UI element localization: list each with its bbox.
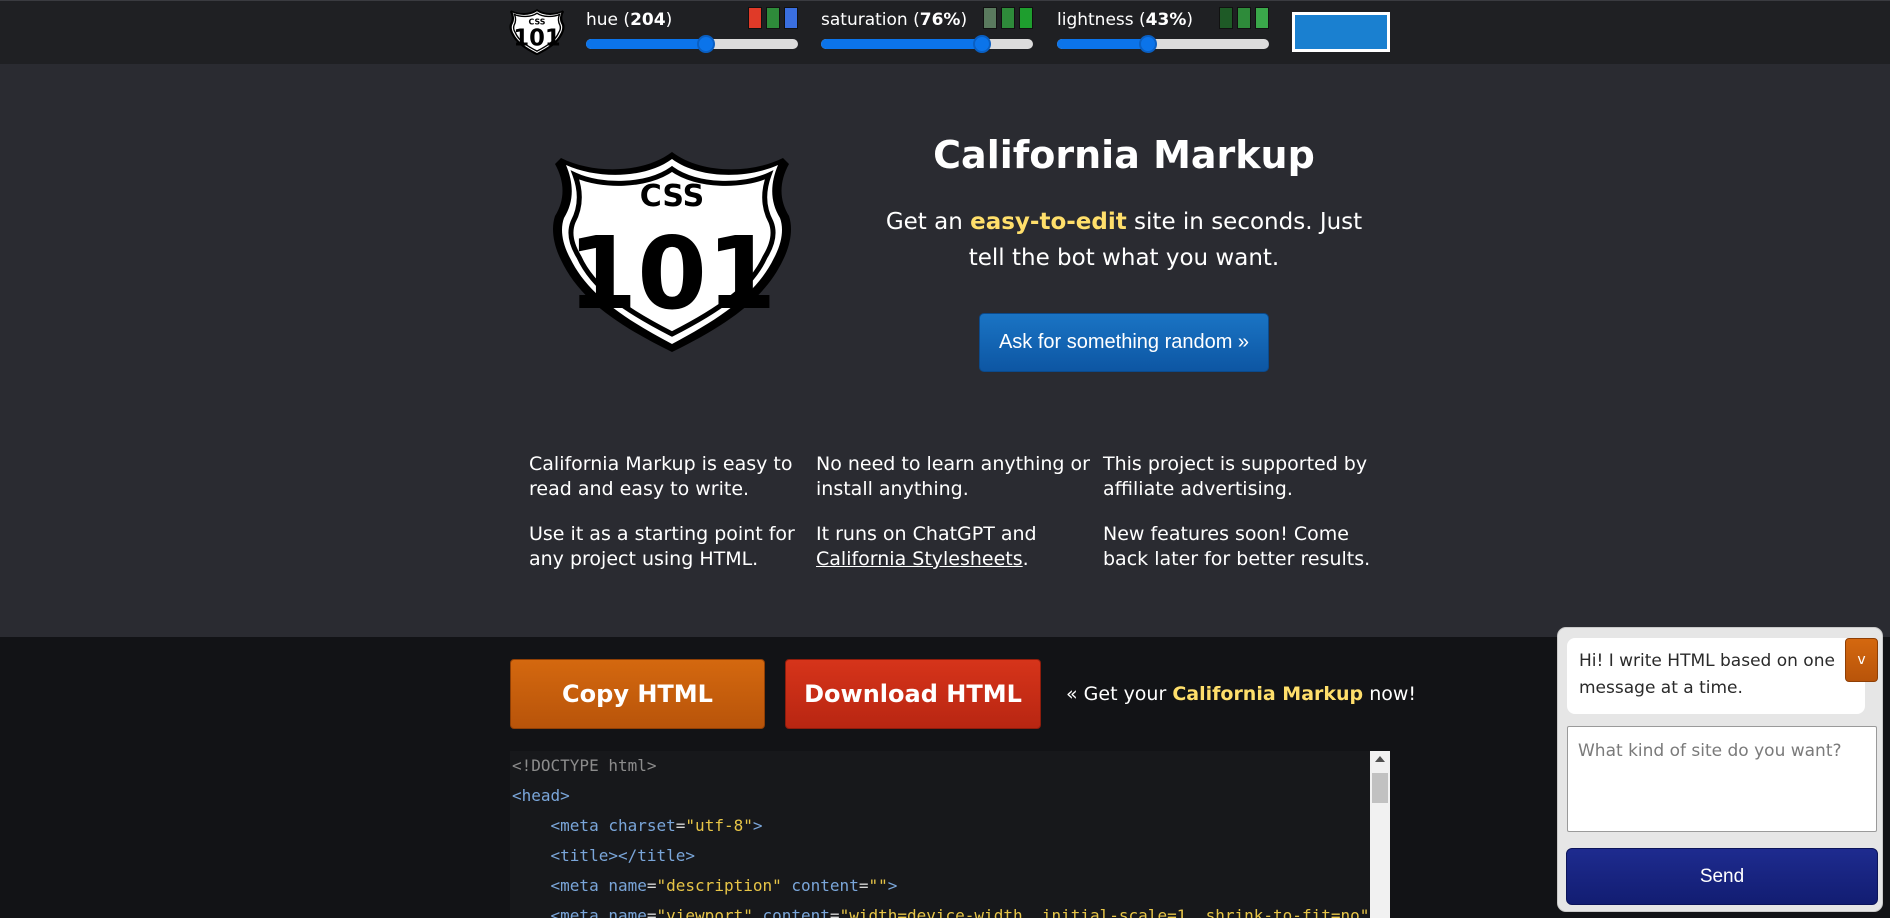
color-preview-swatch (1295, 15, 1387, 49)
lightness-control: lightness (43%) (1054, 7, 1269, 57)
logo-small-number: 101 (513, 26, 560, 52)
feature-column-2: No need to learn anything or install any… (816, 452, 1091, 592)
logo-number-text: 101 (568, 215, 777, 332)
lightness-label: lightness (43%) (1057, 10, 1194, 30)
saturation-swatches (983, 7, 1033, 29)
lightness-slider[interactable] (1057, 35, 1269, 53)
hue-swatch-2[interactable] (766, 7, 780, 29)
send-button[interactable]: Send (1566, 848, 1878, 905)
saturation-label: saturation (76%) (821, 10, 968, 30)
saturation-swatch-3[interactable] (1019, 7, 1033, 29)
hue-value: 204 (630, 10, 666, 30)
code-line-meta-description: <meta name="description" content=""> (550, 876, 898, 895)
feature-column-3: This project is supported by affiliate a… (1103, 452, 1378, 592)
scroll-up-arrow-icon[interactable] (1375, 756, 1385, 762)
feature-2-text-1: No need to learn anything or install any… (816, 453, 1090, 500)
chat-collapse-button[interactable]: v (1845, 638, 1878, 682)
hue-control: hue (204) (583, 7, 798, 57)
lightness-value: 43% (1145, 10, 1187, 30)
easy-to-edit-highlight: easy-to-edit (970, 209, 1127, 235)
copy-html-button[interactable]: Copy HTML (510, 659, 765, 729)
code-scrollbar[interactable] (1370, 751, 1390, 918)
saturation-control: saturation (76%) (818, 7, 1033, 57)
hue-slider[interactable] (586, 35, 798, 53)
feature-1-text-1: California Markup is easy to read and ea… (529, 453, 793, 500)
lightness-swatches (1219, 7, 1269, 29)
code-line-meta-charset: <meta charset="utf-8"> (550, 816, 763, 835)
california-stylesheets-link[interactable]: California Stylesheets (816, 548, 1023, 570)
hue-slider-thumb[interactable] (697, 35, 716, 53)
code-line-meta-viewport: <meta name="viewport" content="width=dev… (550, 906, 1370, 918)
saturation-slider[interactable] (821, 35, 1033, 53)
lightness-swatch-1[interactable] (1219, 7, 1233, 29)
feature-column-1: California Markup is easy to read and ea… (529, 452, 804, 592)
feature-1-text-2: Use it as a starting point for any proje… (529, 523, 795, 570)
code-line-head: <head> (512, 786, 570, 805)
lightness-swatch-2[interactable] (1237, 7, 1251, 29)
saturation-swatch-1[interactable] (983, 7, 997, 29)
code-scrollbar-thumb[interactable] (1372, 773, 1388, 803)
hue-swatch-1[interactable] (748, 7, 762, 29)
get-markup-text: « Get your California Markup now! (1066, 683, 1417, 705)
code-line-title: <title></title> (550, 846, 696, 865)
feature-3-text-1: This project is supported by affiliate a… (1103, 453, 1368, 500)
lightness-swatch-3[interactable] (1255, 7, 1269, 29)
feature-2-text-2: It runs on ChatGPT and California Styles… (816, 523, 1037, 570)
chat-widget: Hi! I write HTML based on one message at… (1557, 627, 1883, 912)
saturation-slider-thumb[interactable] (973, 35, 992, 53)
code-line-doctype: <!DOCTYPE html> (512, 756, 657, 775)
page-title: California Markup (933, 133, 1315, 177)
download-html-button[interactable]: Download HTML (785, 659, 1041, 729)
hue-label: hue (204) (586, 10, 673, 30)
hue-swatches (748, 7, 798, 29)
html-code-view[interactable]: <!DOCTYPE html> <head> <meta charset="ut… (510, 751, 1390, 918)
bot-message: Hi! I write HTML based on one message at… (1567, 638, 1865, 714)
css-101-shield-logo: CSS 101 (553, 152, 791, 352)
hero-subtitle: Get an easy-to-edit site in seconds. Jus… (885, 209, 1363, 271)
feature-3-text-2: New features soon! Come back later for b… (1103, 523, 1371, 570)
color-preview (1292, 12, 1390, 52)
lightness-slider-thumb[interactable] (1139, 35, 1158, 53)
color-control-bar: CSS 101 hue (204) saturation (76%) light… (0, 0, 1890, 64)
hue-swatch-3[interactable] (784, 7, 798, 29)
saturation-swatch-2[interactable] (1001, 7, 1015, 29)
ask-random-button[interactable]: Ask for something random » (979, 313, 1269, 372)
logo-css-text: CSS (640, 179, 704, 214)
css-101-shield-logo-small[interactable]: CSS 101 (509, 8, 565, 56)
chat-message-input[interactable] (1567, 726, 1877, 832)
saturation-value: 76% (919, 10, 961, 30)
